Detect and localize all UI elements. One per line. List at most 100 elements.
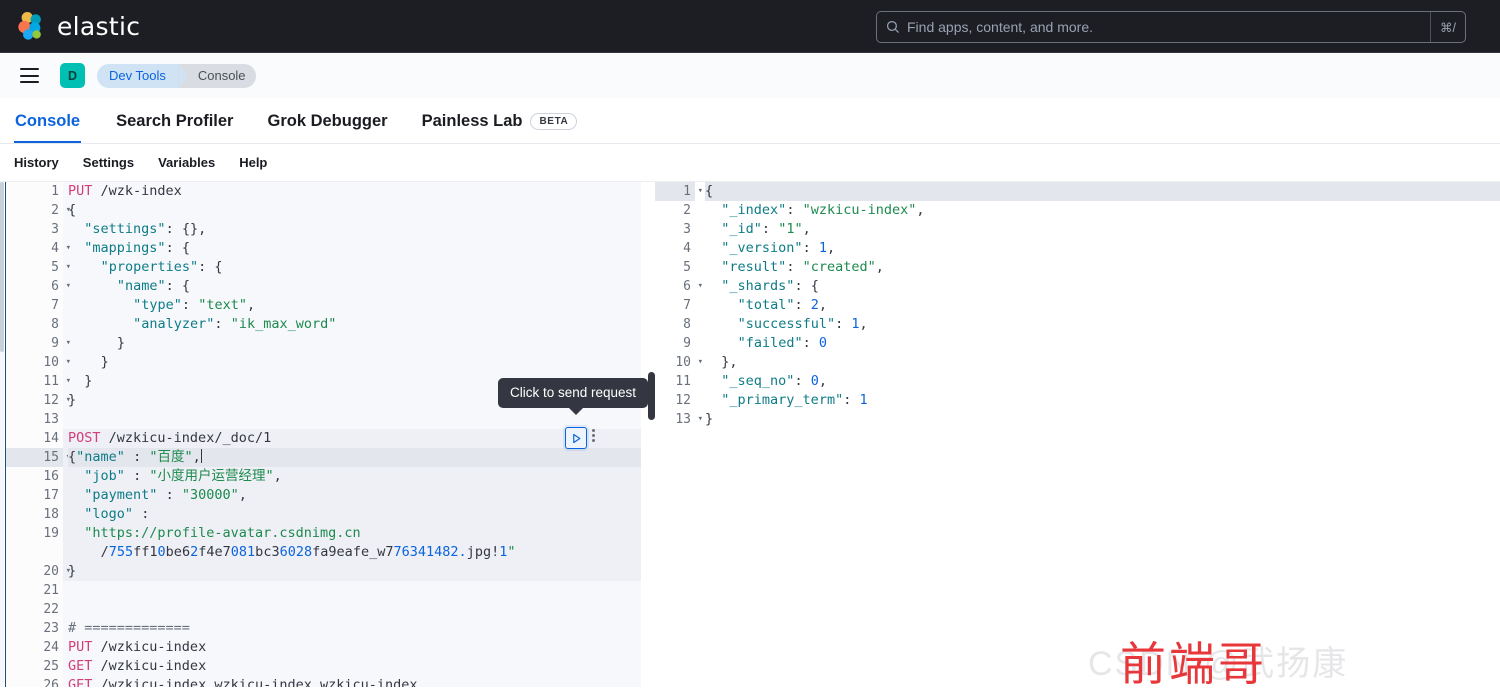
left-scrollbar-thumb[interactable] [0, 182, 4, 352]
text-cursor [201, 449, 202, 463]
line-number: 16 [6, 467, 63, 486]
tab-search-profiler[interactable]: Search Profiler [115, 99, 234, 143]
line-number: 2 [655, 201, 695, 220]
fold-marker[interactable]: ▾ [698, 353, 703, 372]
response-scrollbar-thumb[interactable] [648, 372, 655, 420]
response-viewer[interactable]: 1▾23456▾78910▾111213▾ { "_index": "wzkic… [655, 182, 1500, 687]
request-code[interactable]: PUT /wzk-index{ "settings": {}, "mapping… [68, 182, 641, 687]
tab-console-label: Console [15, 112, 80, 131]
submenu-item-help[interactable]: Help [239, 155, 267, 170]
fold-marker[interactable]: ▾ [698, 410, 703, 429]
code-line: "type": "text", [68, 296, 641, 315]
request-editor[interactable]: 12▾34▾5▾6▾789▾10▾11▾12▾131415▾1617181920… [6, 182, 641, 687]
line-number: 5▾ [6, 258, 63, 277]
code-line: { [68, 201, 641, 220]
global-search-input[interactable]: Find apps, content, and more. ⌘/ [876, 11, 1466, 43]
breadcrumb-item-console[interactable]: Console [178, 64, 256, 88]
line-number: 13▾ [655, 410, 695, 429]
search-icon [886, 20, 900, 34]
kebab-dot [592, 429, 595, 432]
line-number: 3 [6, 220, 63, 239]
line-number: 22 [6, 600, 63, 619]
code-line: "_seq_no": 0, [705, 372, 1500, 391]
code-line: "total": 2, [705, 296, 1500, 315]
hamburger-line [20, 81, 39, 83]
line-number: 5 [655, 258, 695, 277]
line-number: 3 [655, 220, 695, 239]
submenu-item-settings[interactable]: Settings [83, 155, 134, 170]
line-number: 17 [6, 486, 63, 505]
line-number: 7 [6, 296, 63, 315]
code-line: }, [705, 353, 1500, 372]
line-number: 10▾ [6, 353, 63, 372]
code-line: # ============= [68, 619, 641, 638]
code-line: "https://profile-avatar.csdnimg.cn [68, 524, 641, 543]
line-number [6, 543, 63, 562]
code-line: "logo" : [68, 505, 641, 524]
line-number: 2▾ [6, 201, 63, 220]
line-number: 8 [6, 315, 63, 334]
request-line-numbers: 12▾34▾5▾6▾789▾10▾11▾12▾131415▾1617181920… [6, 182, 63, 687]
send-request-button[interactable] [565, 427, 587, 449]
fold-marker[interactable]: ▾ [698, 277, 703, 296]
line-number: 20▾ [6, 562, 63, 581]
code-line: "_id": "1", [705, 220, 1500, 239]
code-line: "result": "created", [705, 258, 1500, 277]
line-number: 9 [655, 334, 695, 353]
menu-toggle-button[interactable] [20, 68, 39, 83]
code-line: } [68, 353, 641, 372]
brand[interactable]: elastic [16, 11, 140, 41]
search-shortcut-badge: ⌘/ [1430, 12, 1465, 42]
line-number: 4▾ [6, 239, 63, 258]
breadcrumb-bar: D Dev Tools Console [0, 53, 1500, 98]
line-number: 12▾ [6, 391, 63, 410]
code-line: "_primary_term": 1 [705, 391, 1500, 410]
play-icon [571, 433, 582, 444]
code-line: } [68, 334, 641, 353]
code-line: "job" : "小度用户运营经理", [68, 467, 641, 486]
code-line: "analyzer": "ik_max_word" [68, 315, 641, 334]
line-number: 11 [655, 372, 695, 391]
line-number: 7 [655, 296, 695, 315]
global-header: elastic Find apps, content, and more. ⌘/ [0, 0, 1500, 53]
line-number: 10▾ [655, 353, 695, 372]
code-line: GET /wzkicu-index [68, 657, 641, 676]
line-number: 13 [6, 410, 63, 429]
breadcrumb-item-dev-tools[interactable]: Dev Tools [97, 64, 180, 88]
line-number: 9▾ [6, 334, 63, 353]
submenu-item-history[interactable]: History [14, 155, 59, 170]
line-number: 8 [655, 315, 695, 334]
line-number: 6▾ [655, 277, 695, 296]
app-tabs: Console Search Profiler Grok Debugger Pa… [0, 98, 1500, 144]
tab-console[interactable]: Console [14, 99, 81, 143]
line-number: 18 [6, 505, 63, 524]
brand-name: elastic [57, 12, 140, 41]
tab-grok-debugger[interactable]: Grok Debugger [266, 99, 388, 143]
line-number: 11▾ [6, 372, 63, 391]
code-line: "_version": 1, [705, 239, 1500, 258]
code-line: "_shards": { [705, 277, 1500, 296]
code-line: /755ff10be62f4e7081bc36028fa9eafe_w77634… [68, 543, 641, 562]
tab-search-profiler-label: Search Profiler [116, 112, 233, 131]
code-line: POST /wzkicu-index/_doc/1 [68, 429, 641, 448]
line-number: 19 [6, 524, 63, 543]
code-line [68, 581, 641, 600]
tab-painless-lab[interactable]: Painless Lab BETA [421, 99, 579, 143]
line-number: 12 [655, 391, 695, 410]
space-avatar[interactable]: D [60, 63, 85, 88]
kebab-dot [592, 434, 595, 437]
console-submenu: History Settings Variables Help [0, 144, 1500, 182]
fold-marker[interactable]: ▾ [698, 182, 703, 201]
line-number: 6▾ [6, 277, 63, 296]
request-actions-menu-button[interactable] [592, 429, 595, 442]
line-number: 15▾ [6, 448, 63, 467]
console-editor-area: 12▾34▾5▾6▾789▾10▾11▾12▾131415▾1617181920… [0, 182, 1500, 687]
left-scrollbar-track[interactable] [0, 182, 4, 687]
submenu-item-variables[interactable]: Variables [158, 155, 215, 170]
code-line: "properties": { [68, 258, 641, 277]
code-line: "payment" : "30000", [68, 486, 641, 505]
code-line: PUT /wzk-index [68, 182, 641, 201]
global-search-placeholder: Find apps, content, and more. [907, 19, 1430, 35]
elastic-logo-icon [16, 11, 46, 41]
line-number: 21 [6, 581, 63, 600]
